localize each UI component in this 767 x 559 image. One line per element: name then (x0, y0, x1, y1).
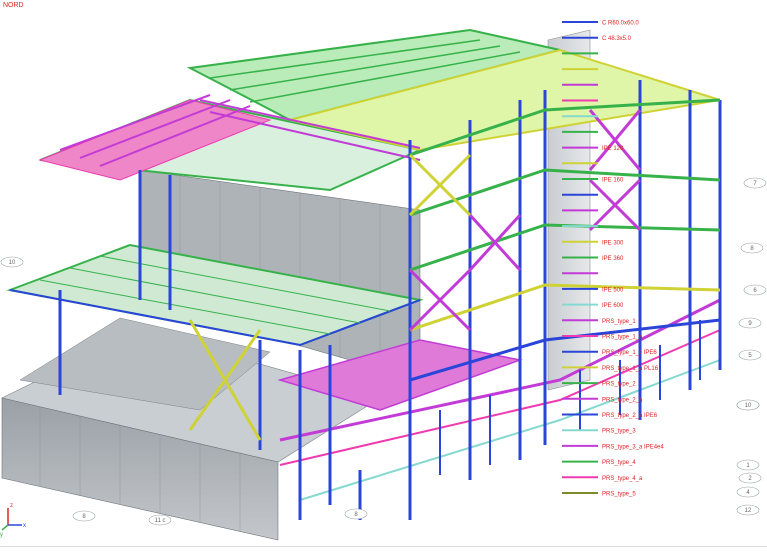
legend-label: PRS_type_2_a IPE6 (602, 413, 658, 419)
grid-bubble-label: 11 c (155, 518, 166, 524)
x-axis-label: x (23, 523, 26, 529)
y-axis-label: y (0, 532, 3, 538)
legend-label: PRS_type_4_a (602, 476, 643, 482)
legend-label: PRS_type_1 (602, 319, 636, 325)
legend-label: IPE 600 (602, 303, 624, 309)
3d-model-viewport[interactable]: NORD C R60.0x60.0 C 48.3x5.0 IPE 120 IPE… (0, 0, 767, 559)
legend-entry: PRS_type_3_a IPE4e4 (562, 444, 664, 450)
legend-label: PRS_type_2 (602, 382, 636, 388)
legend-label: PRS_type_4 (602, 460, 636, 466)
legend-label: IPE 160 (602, 178, 624, 184)
grid-bubble: 8 (344, 508, 368, 520)
legend-label: PRS_type_1_a (602, 335, 643, 341)
legend-entry: PRS_type_3 (562, 429, 636, 435)
legend-label: IPE 360 (602, 256, 624, 262)
grid-bubble-label: 10 (9, 260, 16, 266)
legend-entry: PRS_type_4 (562, 460, 636, 466)
legend-label: PRS_type_5 (602, 492, 636, 498)
y-axis-arrow (1, 524, 9, 531)
grid-bubble: 6 (743, 284, 767, 296)
status-strip (0, 546, 767, 559)
axis-triad: z x y (0, 503, 26, 538)
orientation-label: NORD (3, 2, 24, 9)
structural-model-canvas[interactable]: C R60.0x60.0 C 48.3x5.0 IPE 120 IPE 160 IPE … (0, 0, 767, 546)
grid-bubble: 10 (0, 256, 24, 268)
legend-entry: PRS_type_2_a (562, 397, 643, 403)
grid-bubble: 9 (738, 317, 762, 329)
z-axis-label: z (10, 503, 13, 509)
grid-bubble: 10 (736, 399, 760, 411)
grid-bubble: 4 (736, 486, 760, 498)
grid-bubble: 8 (72, 510, 96, 522)
grid-bubble-label: 10 (745, 403, 752, 409)
legend-label: C R60.0x60.0 (602, 21, 639, 27)
legend-entry: C R60.0x60.0 (562, 21, 639, 27)
legend-entry: PRS_type_4_a (562, 476, 643, 482)
legend-entry: PRS_type_5 (562, 492, 636, 498)
grid-bubble: 5 (738, 349, 762, 361)
legend-label: IPE 300 (602, 240, 624, 246)
legend-label: PRS_type_3_a IPE4e4 (602, 444, 664, 450)
grid-bubble-label: 12 (745, 508, 752, 514)
legend-label: IPE 120 (602, 146, 624, 152)
legend-entry: PRS_type_2_a IPE6 (562, 413, 658, 419)
grid-bubble: 7 (743, 177, 767, 189)
legend-label: PRS_type_1_c IPE6 (602, 350, 657, 356)
grid-bubble: 2 (738, 472, 762, 484)
grid-bubble: 1 (736, 459, 760, 471)
legend-label: PRS_type_2_a (602, 397, 643, 403)
grid-bubble: 12 (736, 504, 760, 516)
legend-label: C 48.3x5.0 (602, 36, 632, 42)
legend-label: PRS_type_3 (602, 429, 636, 435)
grid-bubble: 11 c (148, 514, 172, 526)
grid-bubble: 8 (740, 242, 764, 254)
legend-label: IPE 500 (602, 287, 624, 293)
legend-label: PRS_type_1_a PL16 (602, 366, 659, 372)
